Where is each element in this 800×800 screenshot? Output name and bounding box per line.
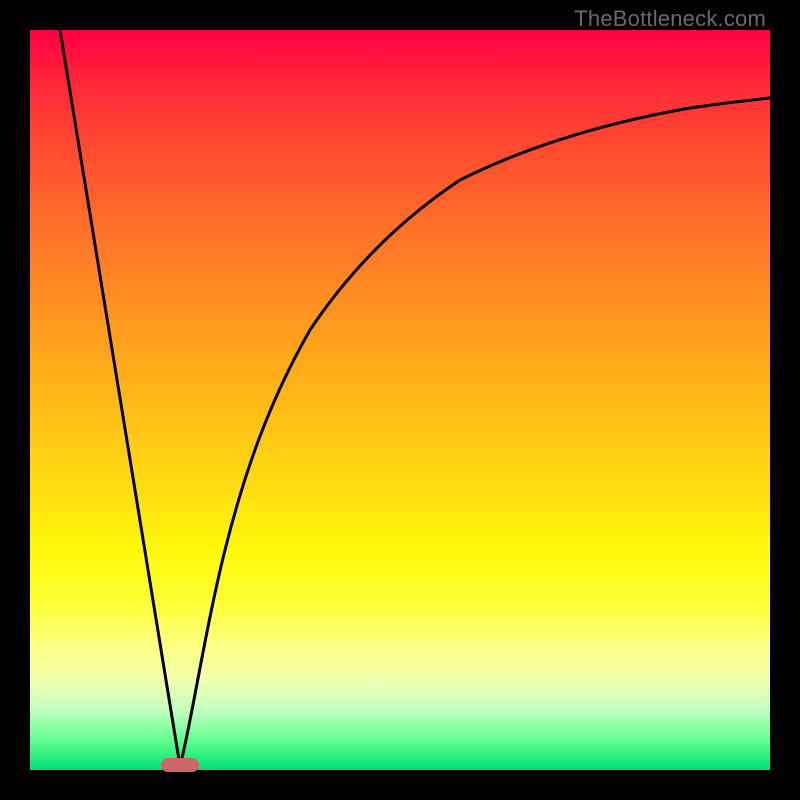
- curve-svg: [30, 30, 770, 770]
- chart-container: TheBottleneck.com: [0, 0, 800, 800]
- bottleneck-marker: [161, 758, 199, 772]
- watermark-text: TheBottleneck.com: [574, 6, 766, 32]
- curve-right: [180, 98, 770, 766]
- plot-area: [30, 30, 770, 770]
- curve-left: [60, 30, 180, 766]
